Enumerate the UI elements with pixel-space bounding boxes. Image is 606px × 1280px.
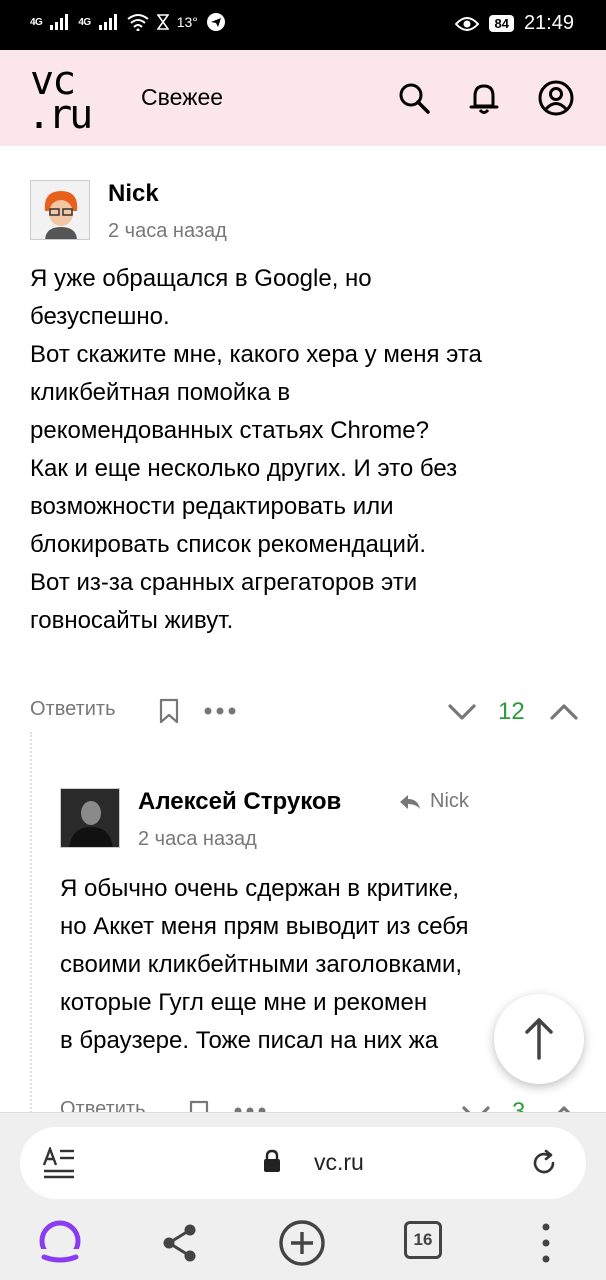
comment-line: блокировать список рекомендаций. — [30, 531, 427, 558]
downvote-icon[interactable] — [446, 696, 478, 728]
cell-signal-icon — [50, 14, 69, 30]
clock: 21:49 — [523, 12, 574, 34]
comment-time[interactable]: 2 часа назад — [108, 220, 227, 243]
comment-line: говносайты живут. — [30, 607, 234, 634]
thread-line — [30, 732, 32, 1117]
section-title[interactable]: Свежее — [141, 84, 223, 111]
hourglass-icon — [156, 14, 169, 30]
tabs-button[interactable]: 16 — [404, 1221, 442, 1259]
site-logo[interactable]: vc .ru — [27, 61, 100, 138]
signal-label-1: 4G — [30, 16, 43, 28]
url-text[interactable]: vc.ru — [314, 1149, 364, 1176]
wifi-icon — [127, 14, 149, 31]
vote-count: 12 — [498, 698, 525, 725]
comment-line: возможности редактировать или — [30, 493, 394, 520]
avatar-cartoon-icon — [44, 191, 78, 239]
telegram-icon — [206, 13, 225, 31]
comment-line: рекомендованных статьях Chrome? — [30, 417, 429, 444]
bookmark-icon[interactable] — [158, 698, 180, 724]
cell-signal-icon — [98, 14, 117, 30]
logo-line-2: .ru — [27, 92, 93, 138]
upvote-icon[interactable] — [548, 696, 580, 728]
scroll-to-top-button[interactable] — [494, 994, 584, 1084]
reply-arrow-icon — [400, 794, 420, 809]
comment-line: Вот из-за сранных агрегаторов эти — [30, 569, 418, 596]
reload-icon[interactable] — [530, 1149, 558, 1177]
reply-to[interactable]: Nick — [398, 790, 469, 813]
avatar[interactable] — [30, 180, 90, 240]
avatar-photo-icon — [61, 789, 119, 847]
lock-icon — [264, 1149, 280, 1172]
battery-indicator: 84 — [489, 15, 514, 32]
comment-time[interactable]: 2 часа назад — [138, 828, 257, 851]
comment-line: Вот скажите мне, какого хера у меня эта — [30, 341, 482, 368]
alice-assistant-icon[interactable] — [38, 1219, 82, 1263]
arrow-up-icon — [525, 1018, 553, 1060]
status-left: 4G 4G 13° — [30, 12, 226, 32]
tab-count: 16 — [413, 1230, 433, 1249]
comment-line: Я обычно очень сдержан в критике, — [60, 875, 460, 902]
reader-mode-icon[interactable] — [42, 1147, 76, 1179]
comment-line: кликбейтная помойка в — [30, 379, 291, 406]
comment-body: Я уже обращался в Google, но безуспешно.… — [30, 260, 482, 640]
comment-line: безуспешно. — [30, 303, 170, 330]
eye-icon — [455, 16, 480, 31]
new-tab-icon[interactable] — [278, 1219, 326, 1267]
more-icon[interactable] — [204, 706, 236, 716]
comment-line: но Аккет меня прям выводит из себя — [60, 913, 469, 940]
menu-dots-icon[interactable] — [524, 1221, 568, 1265]
search-icon[interactable] — [396, 80, 432, 116]
signal-label-2: 4G — [78, 16, 91, 28]
status-bar: 4G 4G 13° 84 21:49 — [0, 0, 606, 50]
temperature: 13° — [176, 14, 198, 30]
bell-icon[interactable] — [466, 80, 502, 116]
browser-toolbar: vc.ru 16 — [0, 1112, 606, 1280]
comment-line: Как и еще несколько других. И это без — [30, 455, 458, 482]
site-header: vc .ru Свежее — [0, 50, 606, 146]
reply-to-name: Nick — [430, 790, 469, 812]
reply-button[interactable]: Ответить — [30, 698, 116, 721]
share-icon[interactable] — [158, 1221, 202, 1265]
comment-line: Я уже обращался в Google, но — [30, 265, 372, 292]
avatar[interactable] — [60, 788, 120, 848]
address-bar[interactable]: vc.ru — [20, 1127, 586, 1199]
profile-icon[interactable] — [538, 80, 574, 116]
status-right: 84 21:49 — [455, 12, 574, 35]
comment-line: своими кликбейтными заголовками, — [60, 951, 463, 978]
comment-author[interactable]: Nick — [108, 180, 159, 208]
comment-author[interactable]: Алексей Струков — [138, 788, 341, 816]
